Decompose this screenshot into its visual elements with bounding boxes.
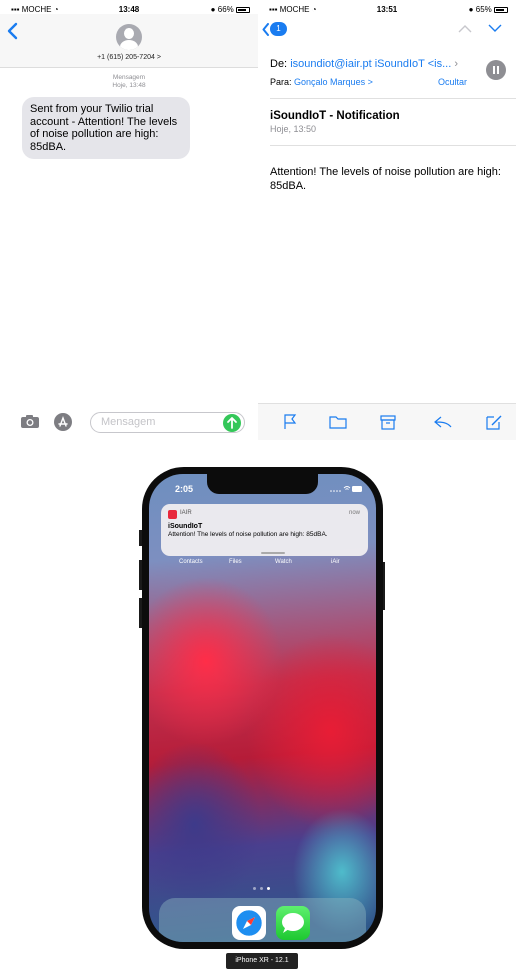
mail-nav-bar: 1 xyxy=(258,14,516,44)
status-icons xyxy=(330,486,362,492)
contact-avatar[interactable] xyxy=(116,24,142,50)
page-indicator[interactable] xyxy=(249,887,279,891)
battery-icon xyxy=(236,6,250,13)
reply-icon[interactable] xyxy=(433,414,453,430)
iphone-simulator: 2:05 IAIR now iSoundIoT Attention! The l… xyxy=(142,467,383,949)
mail-screen: ▪▪▪ MOCHE ◔ 13:51 ● 65% 1 De: isoundiot@… xyxy=(258,0,516,440)
phone-time: 2:05 xyxy=(175,484,194,494)
to-label: Para: xyxy=(270,77,292,87)
alarm-icon: ● xyxy=(468,5,474,14)
status-bar: ▪▪▪ MOCHE ◔ 13:48 ● 66% xyxy=(0,0,258,14)
mail-body: Attention! The levels of noise pollution… xyxy=(270,166,501,192)
safari-icon[interactable] xyxy=(232,906,266,940)
notification-body: Attention! The levels of noise pollution… xyxy=(168,531,328,538)
iair-app-icon xyxy=(168,510,177,519)
notification-app-name: IAIR xyxy=(180,510,192,516)
chevron-right-icon: › xyxy=(454,58,459,70)
notification-time: now xyxy=(348,510,360,516)
conversation-header: +1 (615) 205-7204 > xyxy=(0,14,258,68)
message-bubble[interactable]: Sent from your Twilio trial account - At… xyxy=(22,97,190,159)
to-line: Para: Gonçalo Marques > xyxy=(270,77,373,87)
hide-details-link[interactable]: Ocultar xyxy=(438,77,467,87)
archive-icon[interactable] xyxy=(378,414,398,430)
unread-badge[interactable]: 1 xyxy=(270,22,287,36)
arrow-up-icon xyxy=(227,417,237,429)
app-label-contacts[interactable]: Contacts xyxy=(179,559,203,565)
mail-subject: iSoundIoT - Notification xyxy=(270,110,400,122)
compose-icon[interactable] xyxy=(484,414,504,430)
sender-address[interactable]: isoundiot@iair.pt iSoundIoT <is... xyxy=(290,58,451,70)
sms-screen: ▪▪▪ MOCHE ◔ 13:48 ● 66% +1 (615) 205-720… xyxy=(0,0,258,440)
app-store-icon[interactable] xyxy=(54,413,72,431)
camera-icon[interactable] xyxy=(20,414,40,429)
send-button[interactable] xyxy=(223,414,241,432)
from-label: De: xyxy=(270,58,288,70)
message-type-label: Mensagem xyxy=(112,74,146,81)
back-chevron-icon[interactable] xyxy=(262,23,270,36)
device-label: iPhone XR - 12.1 xyxy=(226,953,298,969)
folder-icon[interactable] xyxy=(328,414,348,430)
contact-number[interactable]: +1 (615) 205-7204 > xyxy=(0,54,258,61)
mail-toolbar xyxy=(258,403,516,440)
notification-banner[interactable]: IAIR now iSoundIoT Attention! The levels… xyxy=(161,504,368,556)
app-label-watch[interactable]: Watch xyxy=(275,559,292,565)
battery-status: ● 66% xyxy=(211,5,250,14)
dock xyxy=(159,898,366,942)
battery-status: ● 65% xyxy=(469,5,508,14)
pause-icon[interactable] xyxy=(486,60,506,80)
battery-icon xyxy=(494,6,508,13)
flag-icon[interactable] xyxy=(280,414,300,430)
from-line: De: isoundiot@iair.pt iSoundIoT <is... › xyxy=(270,58,458,70)
alarm-icon: ● xyxy=(210,5,216,14)
message-timestamp: Hoje, 13:48 xyxy=(112,82,146,89)
notch xyxy=(207,474,318,494)
compose-bar: Mensagem xyxy=(0,408,258,438)
mail-date: Hoje, 13:50 xyxy=(270,124,317,134)
messages-icon[interactable] xyxy=(276,906,310,940)
back-chevron-icon[interactable] xyxy=(6,22,20,40)
chevron-up-icon[interactable] xyxy=(458,24,472,33)
chevron-down-icon[interactable] xyxy=(488,24,502,33)
notification-title: iSoundIoT xyxy=(168,523,203,530)
message-meta: Mensagem Hoje, 13:48 xyxy=(0,74,258,90)
home-screen[interactable]: 2:05 IAIR now iSoundIoT Attention! The l… xyxy=(149,474,376,942)
app-label-files[interactable]: Files xyxy=(229,559,242,565)
status-bar: ▪▪▪ MOCHE ◔ 13:51 ● 65% xyxy=(258,0,516,14)
notification-grabber xyxy=(261,552,285,554)
divider xyxy=(270,145,516,146)
message-input[interactable]: Mensagem xyxy=(90,412,245,433)
recipient-name[interactable]: Gonçalo Marques > xyxy=(294,77,373,87)
divider xyxy=(270,98,516,99)
app-label-iair[interactable]: iAir xyxy=(331,559,340,565)
